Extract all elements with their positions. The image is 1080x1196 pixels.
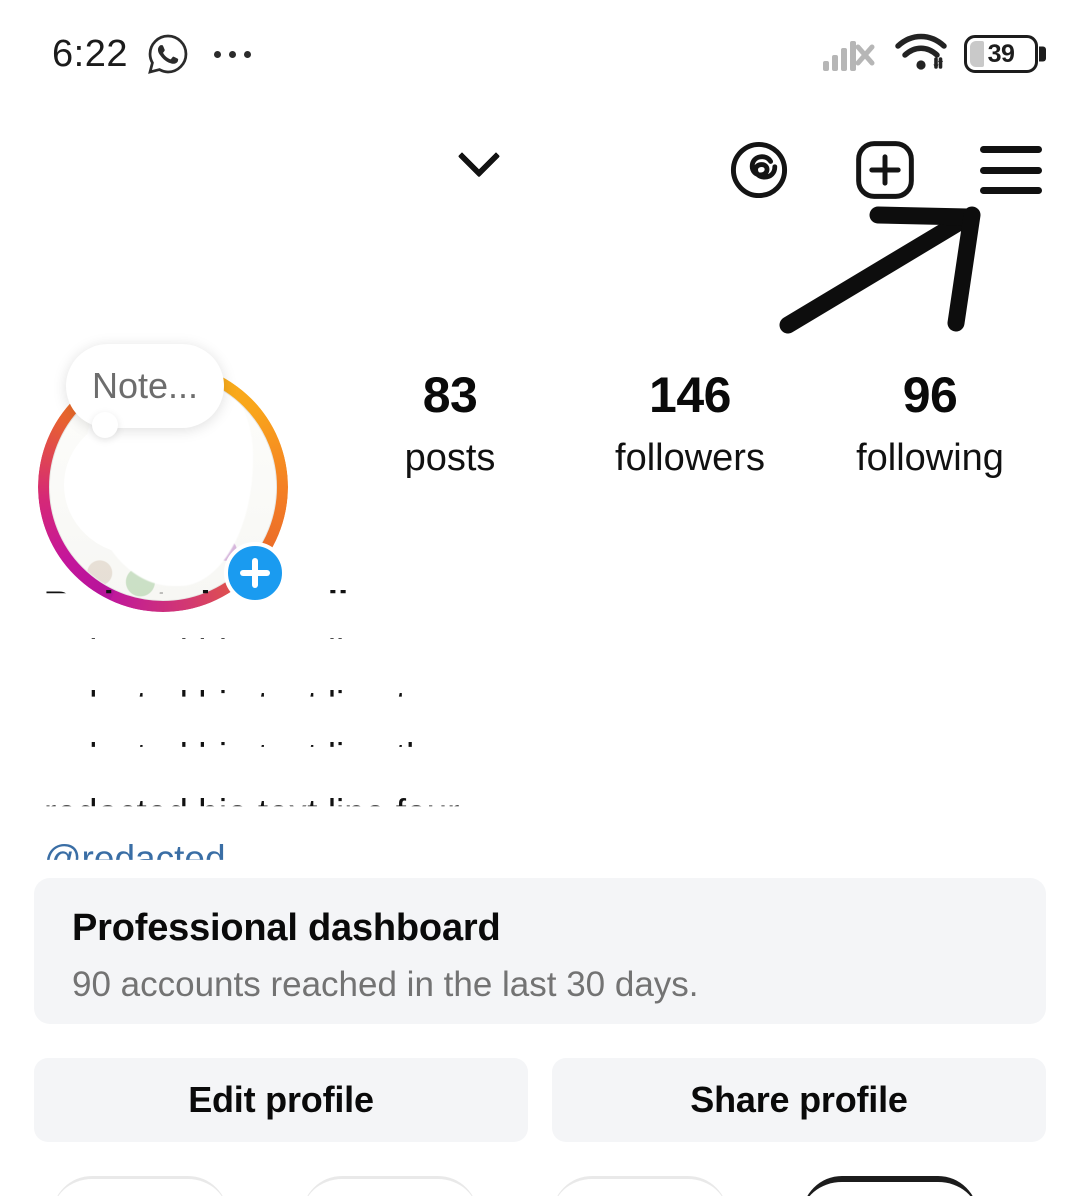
threads-button[interactable] bbox=[728, 139, 790, 201]
note-bubble[interactable]: Note... bbox=[66, 344, 225, 438]
new-post-button[interactable] bbox=[854, 139, 916, 201]
followers-count: 146 bbox=[649, 367, 731, 423]
following-count: 96 bbox=[902, 367, 958, 423]
stat-following[interactable]: 96 following bbox=[810, 368, 1050, 484]
whatsapp-icon bbox=[148, 34, 188, 74]
professional-dashboard-card[interactable]: Professional dashboard 90 accounts reach… bbox=[34, 878, 1046, 1024]
wifi-icon bbox=[895, 33, 947, 70]
profile-action-buttons: Edit profile Share profile bbox=[34, 1058, 1046, 1142]
avatar-redaction-secondary bbox=[63, 414, 213, 555]
hamburger-menu-icon bbox=[980, 146, 1042, 194]
username-label: redacted bbox=[300, 139, 450, 185]
username-switcher[interactable]: redacted bbox=[300, 128, 501, 196]
status-bar-right: 39 bbox=[822, 32, 1038, 76]
profile-bio: Redacted name line redacted bio text lin… bbox=[44, 580, 664, 860]
posts-count: 83 bbox=[422, 367, 478, 423]
share-profile-button[interactable]: Share profile bbox=[552, 1058, 1046, 1142]
status-bar-left: 6:22 bbox=[52, 32, 251, 76]
header-icon-group bbox=[728, 120, 1042, 220]
avatar-with-story[interactable]: Note... bbox=[38, 344, 288, 612]
ellipsis-icon bbox=[213, 50, 251, 58]
add-to-story-button[interactable] bbox=[224, 542, 286, 604]
bio-mention-link[interactable]: @redacted_ bbox=[44, 838, 246, 860]
note-bubble-label: Note... bbox=[92, 365, 199, 406]
posts-label: posts bbox=[404, 437, 496, 479]
bio-line: redacted bio text line two bbox=[44, 684, 454, 725]
highlight-item[interactable] bbox=[552, 1176, 728, 1196]
profile-header: redacted bbox=[0, 120, 1080, 220]
highlight-item[interactable] bbox=[302, 1176, 478, 1196]
followers-label: followers bbox=[615, 437, 765, 479]
instagram-profile-screen: 6:22 39 Note... 83 posts 146 followers 9… bbox=[0, 0, 1080, 1196]
battery-level-label: 39 bbox=[987, 39, 1015, 68]
following-label: following bbox=[856, 437, 1004, 479]
bio-line: redacted bio text line three bbox=[44, 736, 481, 777]
battery-indicator: 39 bbox=[964, 35, 1038, 73]
menu-button[interactable] bbox=[980, 139, 1042, 201]
professional-dashboard-title: Professional dashboard bbox=[72, 907, 501, 949]
bio-line: redacted bio text line one bbox=[44, 632, 458, 673]
highlight-item[interactable] bbox=[802, 1176, 978, 1196]
edit-profile-button[interactable]: Edit profile bbox=[34, 1058, 528, 1142]
threads-icon bbox=[730, 141, 788, 199]
status-bar: 6:22 39 bbox=[0, 0, 1080, 108]
plus-square-icon bbox=[856, 141, 914, 199]
status-bar-clock: 6:22 bbox=[52, 33, 128, 75]
battery-fill bbox=[970, 41, 984, 67]
chevron-down-icon[interactable] bbox=[457, 135, 501, 178]
signal-bars-no-service-icon bbox=[823, 41, 875, 71]
professional-dashboard-subtitle: 90 accounts reached in the last 30 days. bbox=[72, 964, 699, 1004]
stat-followers[interactable]: 146 followers bbox=[570, 368, 810, 484]
bio-line: Redacted name line bbox=[44, 584, 392, 625]
profile-summary-row: Note... 83 posts 146 followers 96 follow… bbox=[0, 300, 1080, 612]
profile-stats: 83 posts 146 followers 96 following bbox=[330, 368, 1050, 484]
story-highlights-row bbox=[0, 1176, 1080, 1196]
stat-posts[interactable]: 83 posts bbox=[330, 368, 570, 484]
highlight-item[interactable] bbox=[52, 1176, 228, 1196]
bio-line: redacted bio text line four bbox=[44, 792, 460, 833]
